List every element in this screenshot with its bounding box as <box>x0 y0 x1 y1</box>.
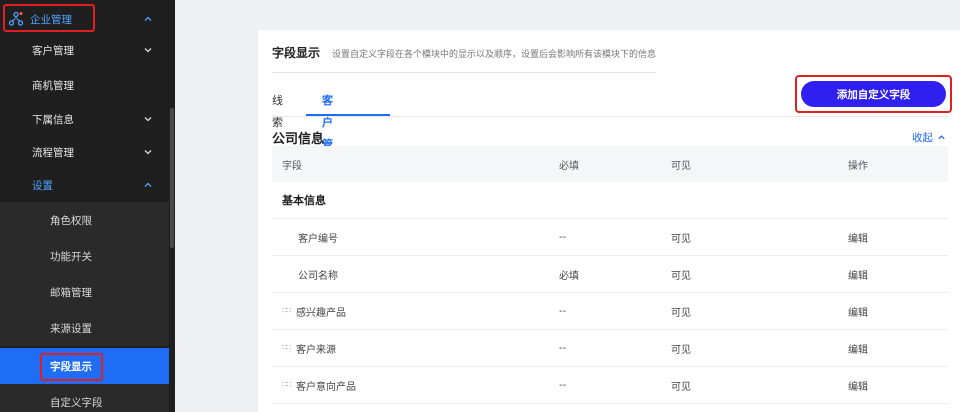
sidebar-item-label: 客户管理 <box>32 44 74 57</box>
column-header-field: 字段 <box>282 160 302 172</box>
table-row[interactable]: ∷∷ 感兴趣产品 -- 可见 编辑 <box>272 293 948 330</box>
column-header-required: 必填 <box>559 160 579 172</box>
table-row[interactable]: ∷∷ 客户来源 -- 可见 编辑 <box>272 330 948 367</box>
sidebar-item-field-display[interactable]: 字段显示 <box>0 348 169 384</box>
sidebar-item-customer-management[interactable]: 客户管理 <box>0 33 169 67</box>
field-name: 客户意向产品 <box>296 381 356 393</box>
sidebar-item-label: 角色权限 <box>50 214 92 227</box>
collapse-label: 收起 <box>912 132 933 144</box>
sidebar-item-feature-toggles[interactable]: 功能开关 <box>0 238 169 274</box>
table-row: 客户编号 -- 可见 编辑 <box>272 219 948 256</box>
chevron-up-icon <box>143 14 153 24</box>
field-name: 感兴趣产品 <box>296 307 346 319</box>
sidebar-item-label: 功能开关 <box>50 250 92 263</box>
edit-link[interactable]: 编辑 <box>848 382 868 393</box>
required-value: -- <box>559 305 567 317</box>
visible-value: 可见 <box>671 233 691 245</box>
group-label: 基本信息 <box>282 194 326 207</box>
page-title: 字段显示 <box>272 46 321 60</box>
edit-link[interactable]: 编辑 <box>848 271 868 282</box>
edit-link[interactable]: 编辑 <box>848 345 868 356</box>
chevron-down-icon <box>143 147 153 157</box>
edit-link[interactable]: 编辑 <box>848 234 868 245</box>
section-title: 公司信息 <box>272 132 325 147</box>
collapse-toggle[interactable]: 收起 <box>912 130 946 145</box>
sidebar-item-custom-fields[interactable]: 自定义字段 <box>0 384 169 412</box>
org-chart-icon <box>8 11 24 27</box>
chevron-down-icon <box>143 114 153 124</box>
column-header-visible: 可见 <box>671 160 691 172</box>
sidebar-item-source-settings[interactable]: 来源设置 <box>0 310 169 346</box>
table-header: 字段 必填 可见 操作 <box>272 146 948 182</box>
drag-handle-icon[interactable]: ∷∷ <box>282 344 292 352</box>
sidebar-item-label: 下属信息 <box>32 113 74 126</box>
sidebar-item-label: 自定义字段 <box>50 396 103 409</box>
chevron-up-icon <box>938 135 945 140</box>
sidebar-item-label: 字段显示 <box>50 360 92 373</box>
field-name: 客户编号 <box>298 233 338 245</box>
fields-table: 字段 必填 可见 操作 基本信息 客户编号 -- 可见 编辑 公司名称 必填 可… <box>272 146 948 404</box>
sidebar-item-settings[interactable]: 设置 <box>0 168 169 202</box>
sidebar-item-process-management[interactable]: 流程管理 <box>0 135 169 169</box>
column-header-action: 操作 <box>848 160 868 172</box>
edit-link[interactable]: 编辑 <box>848 308 868 319</box>
divider <box>272 72 656 73</box>
drag-handle-icon[interactable]: ∷∷ <box>282 381 292 389</box>
visible-value: 可见 <box>671 307 691 319</box>
required-value: -- <box>559 379 567 391</box>
sidebar-scrollbar-thumb[interactable] <box>170 108 174 248</box>
visible-value: 可见 <box>671 381 691 393</box>
sidebar-item-label: 邮箱管理 <box>50 286 92 299</box>
sidebar-item-label: 商机管理 <box>32 79 74 92</box>
sidebar-item-enterprise-management[interactable]: 企业管理 <box>0 2 169 36</box>
sidebar-item-role-permissions[interactable]: 角色权限 <box>0 202 169 238</box>
page-header: 字段显示 设置自定义字段在各个模块中的显示以及顺序，设置后会影响所有该模块下的信… <box>272 44 656 61</box>
sidebar-item-subordinate-info[interactable]: 下属信息 <box>0 102 169 136</box>
sidebar: 企业管理 客户管理 商机管理 下属信息 流程管理 设置 角色权限 功能开关 邮箱… <box>0 0 169 412</box>
table-group-row: 基本信息 <box>272 182 948 219</box>
field-name: 客户来源 <box>296 344 336 356</box>
add-custom-field-button[interactable]: 添加自定义字段 <box>801 81 946 107</box>
table-row: 公司名称 必填 可见 编辑 <box>272 256 948 293</box>
sidebar-item-mailbox-management[interactable]: 邮箱管理 <box>0 274 169 310</box>
sidebar-item-label: 流程管理 <box>32 146 74 159</box>
drag-handle-icon[interactable]: ∷∷ <box>282 307 292 315</box>
required-value: -- <box>559 231 567 243</box>
page-description: 设置自定义字段在各个模块中的显示以及顺序，设置后会影响所有该模块下的信息 <box>332 50 657 60</box>
tab-customer-management[interactable]: 客户管理 <box>322 90 333 173</box>
table-row[interactable]: ∷∷ 客户意向产品 -- 可见 编辑 <box>272 367 948 404</box>
sidebar-item-label: 设置 <box>32 179 53 192</box>
required-value: 必填 <box>559 270 579 282</box>
field-name: 公司名称 <box>298 270 338 282</box>
field-display-panel: 字段显示 设置自定义字段在各个模块中的显示以及顺序，设置后会影响所有该模块下的信… <box>258 30 960 412</box>
sidebar-item-label: 来源设置 <box>50 322 92 335</box>
sidebar-item-label: 企业管理 <box>30 13 72 26</box>
sidebar-item-opportunity-management[interactable]: 商机管理 <box>0 68 169 102</box>
chevron-up-icon <box>143 180 153 190</box>
divider <box>272 116 948 117</box>
tab-leads[interactable]: 线索 <box>272 90 283 129</box>
required-value: -- <box>559 342 567 354</box>
visible-value: 可见 <box>671 344 691 356</box>
visible-value: 可见 <box>671 270 691 282</box>
chevron-down-icon <box>143 45 153 55</box>
